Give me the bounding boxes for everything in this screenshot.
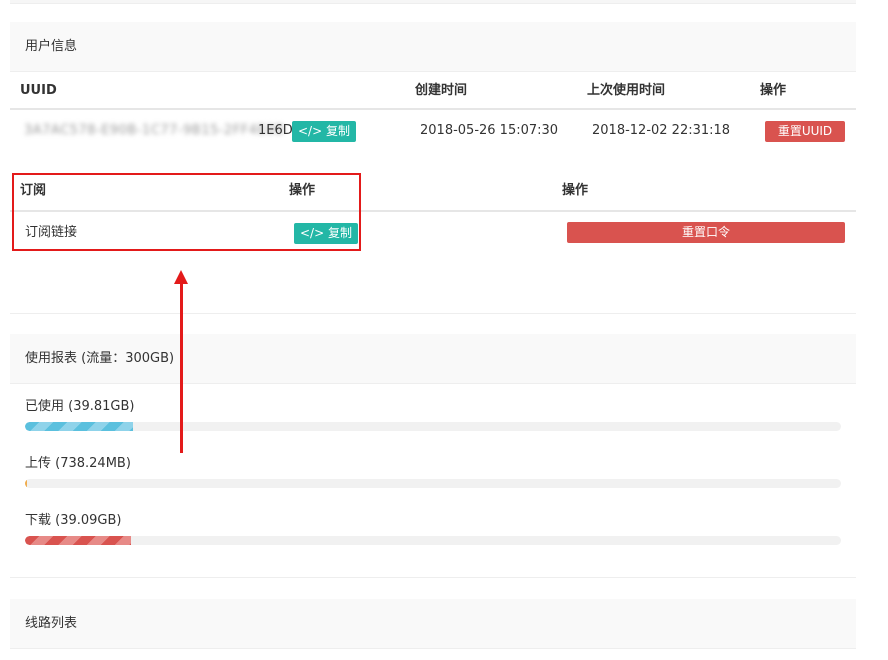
user-info-title: 用户信息 — [10, 22, 856, 72]
user-info-panel: 用户信息 UUID 创建时间 上次使用时间 操作 3A7AC578-E90B-1… — [10, 22, 856, 314]
uuid-masked: 3A7AC578-E90B-1C77-9B15-2FF4E0D — [24, 123, 286, 138]
upload-progress-fill — [25, 479, 28, 488]
routes-title: 线路列表 — [10, 599, 856, 649]
col-last-used: 上次使用时间 — [587, 83, 666, 98]
code-icon: </> — [298, 124, 323, 138]
col-sub-action-2: 操作 — [562, 183, 589, 198]
usage-title: 使用报表 (流量：300GB) — [10, 334, 856, 384]
arrow-shaft — [180, 282, 183, 453]
col-action: 操作 — [760, 83, 787, 98]
copy-uuid-button[interactable]: </> 复制 — [292, 121, 356, 142]
uuid-last-used: 2018-12-02 22:31:18 — [592, 123, 731, 138]
upload-label: 上传 (738.24MB) — [25, 456, 131, 471]
used-progress — [25, 422, 841, 431]
page: 用户信息 UUID 创建时间 上次使用时间 操作 3A7AC578-E90B-1… — [0, 0, 888, 660]
uuid-row: 3A7AC578-E90B-1C77-9B15-2FF4E0D 1E6D </>… — [10, 112, 856, 152]
upload-progress — [25, 479, 841, 488]
reset-token-button[interactable]: 重置口令 — [567, 222, 845, 243]
highlight-box — [12, 173, 361, 251]
uuid-table-header: UUID 创建时间 上次使用时间 操作 — [10, 72, 856, 110]
copy-uuid-label: 复制 — [325, 124, 350, 138]
top-panel-edge — [10, 0, 856, 4]
used-progress-fill — [25, 422, 134, 431]
uuid-suffix: 1E6D — [258, 123, 293, 138]
uuid-created: 2018-05-26 15:07:30 — [420, 123, 559, 138]
usage-panel: 使用报表 (流量：300GB) 已使用 (39.81GB) 上传 (738.24… — [10, 334, 856, 578]
download-label: 下载 (39.09GB) — [25, 513, 122, 528]
download-progress — [25, 536, 841, 545]
routes-panel: 线路列表 — [10, 599, 856, 660]
download-progress-fill — [25, 536, 132, 545]
used-label: 已使用 (39.81GB) — [25, 399, 135, 414]
col-created: 创建时间 — [415, 83, 468, 98]
col-uuid: UUID — [20, 83, 57, 98]
reset-uuid-button[interactable]: 重置UUID — [765, 121, 845, 142]
